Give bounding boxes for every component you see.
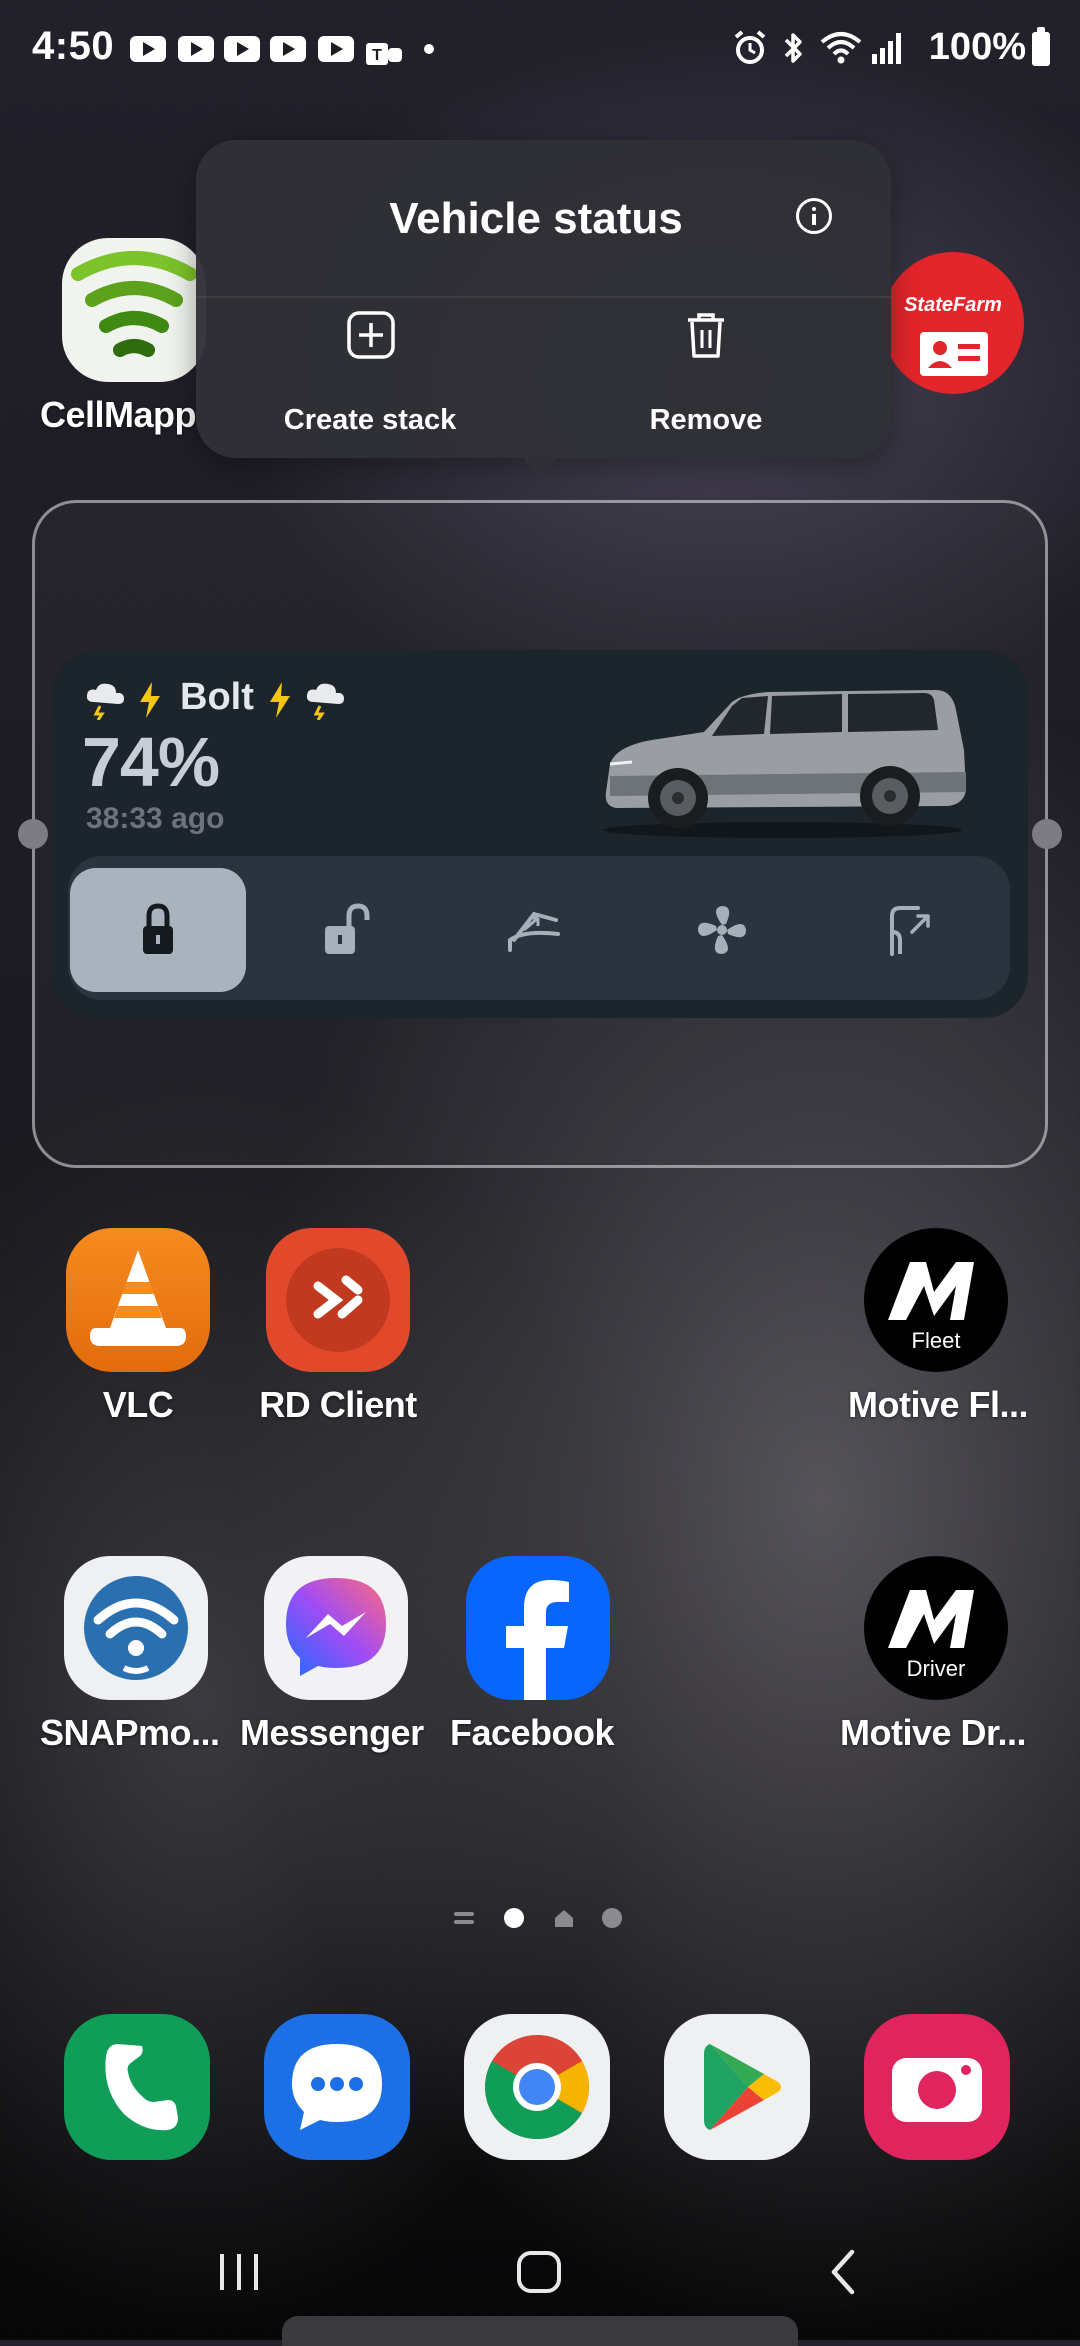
lightning-icon (270, 682, 290, 718)
trash-icon (688, 313, 724, 358)
frunk-button[interactable] (446, 868, 622, 992)
page-dot-current[interactable] (504, 1908, 524, 1928)
youtube-icon (224, 36, 260, 62)
messenger-icon (264, 1556, 408, 1700)
app-label: SNAPmo... (40, 1712, 220, 1753)
app-facebook[interactable]: Facebook (450, 1556, 615, 1756)
facebook-icon (466, 1556, 610, 1700)
lightning-icon (140, 682, 160, 718)
motive-driver-icon: Driver (864, 1556, 1008, 1700)
motive-fleet-icon: Fleet (864, 1228, 1008, 1372)
create-stack-label: Create stack (283, 404, 457, 436)
snapmobile-icon (64, 1556, 208, 1700)
youtube-icon (130, 36, 166, 62)
youtube-icon (318, 36, 354, 62)
charge-port-button[interactable] (822, 868, 998, 992)
add-box-icon (347, 311, 395, 359)
signal-icon (872, 33, 901, 64)
lock-icon (143, 903, 173, 954)
app-snapmobile[interactable]: SNAPmo... (40, 1556, 220, 1756)
teams-icon: T (366, 43, 402, 65)
camera-icon[interactable] (864, 2014, 1010, 2160)
page-dot[interactable] (602, 1908, 622, 1928)
app-rd-client[interactable]: RD Client (259, 1228, 417, 1428)
svg-text:T: T (372, 47, 382, 64)
battery-percentage: 74% (82, 723, 220, 801)
app-label: Messenger (240, 1712, 424, 1753)
app-label: VLC (102, 1384, 174, 1425)
vehicle-image (602, 690, 966, 838)
more-notifications-dot-icon (424, 44, 434, 54)
create-stack-button[interactable]: Create stack (220, 310, 520, 450)
list-page-icon[interactable] (454, 1912, 474, 1916)
rd-client-icon (266, 1228, 410, 1372)
home-page-icon[interactable] (552, 1906, 576, 1930)
unlock-icon (325, 903, 370, 954)
phone-icon[interactable] (64, 2014, 210, 2160)
youtube-icon (270, 36, 306, 62)
wifi-icon (820, 32, 862, 64)
home-icon[interactable] (514, 2248, 564, 2296)
page-indicator[interactable] (452, 1904, 628, 1934)
vehicle-status-widget[interactable]: Bolt 74% 38:33 ago (52, 650, 1028, 1018)
chrome-icon[interactable] (464, 2014, 610, 2160)
storm-cloud-icon (86, 683, 124, 720)
play-store-icon[interactable] (664, 2014, 810, 2160)
youtube-icon (178, 36, 214, 62)
app-label: CellMapp (40, 394, 197, 435)
info-icon[interactable] (796, 198, 832, 234)
remove-button[interactable]: Remove (556, 310, 856, 450)
app-label: RD Client (259, 1384, 417, 1425)
unlock-button[interactable] (258, 868, 434, 992)
clock: 4:50 (32, 24, 115, 68)
lock-button[interactable] (70, 868, 246, 992)
remove-label: Remove (649, 404, 763, 436)
app-cellmapper[interactable]: CellMapp (40, 238, 206, 435)
frunk-icon (508, 911, 560, 952)
back-icon[interactable] (824, 2248, 864, 2296)
app-messenger[interactable]: Messenger (240, 1556, 424, 1756)
list-page-icon-line (454, 1920, 474, 1924)
driver-badge-text: Driver (906, 1656, 966, 1681)
charge-port-icon (890, 906, 930, 956)
resize-handle-right[interactable] (1032, 819, 1062, 849)
statefarm-logo-text: StateFarm (904, 294, 1002, 316)
app-label: Motive Fl... (848, 1384, 1029, 1425)
alarm-icon (734, 30, 766, 64)
resize-handle-left[interactable] (18, 819, 48, 849)
vehicle-controls (68, 856, 1010, 1000)
last-updated: 38:33 ago (86, 802, 225, 835)
messages-icon[interactable] (264, 2014, 410, 2160)
app-motive-fleet[interactable]: Fleet Motive Fl... (848, 1228, 1029, 1428)
climate-button[interactable] (634, 868, 810, 992)
app-vlc[interactable]: VLC (66, 1228, 210, 1428)
app-statefarm[interactable]: StateFarm (882, 252, 1024, 394)
app-label: Motive Dr... (840, 1712, 1027, 1753)
vlc-icon (66, 1228, 210, 1372)
gesture-hint-bar (282, 2316, 798, 2346)
popup-title: Vehicle status (389, 194, 683, 243)
fleet-badge-text: Fleet (911, 1328, 961, 1353)
bluetooth-icon (784, 33, 802, 63)
battery-percent: 100% (928, 26, 1026, 68)
recents-icon[interactable] (214, 2250, 264, 2294)
status-bar: 4:50 T 100% (0, 0, 1080, 100)
app-label: Facebook (450, 1712, 615, 1753)
storm-cloud-icon (306, 683, 344, 720)
battery-icon (1032, 27, 1050, 66)
app-motive-driver[interactable]: Driver Motive Dr... (840, 1556, 1027, 1756)
fan-icon (698, 906, 746, 954)
vehicle-name: Bolt (180, 676, 254, 718)
widget-context-menu: Vehicle status Create stack Remove (196, 140, 891, 458)
statefarm-icon: StateFarm (882, 252, 1024, 394)
cellmapper-icon (62, 238, 206, 382)
divider (196, 296, 891, 298)
